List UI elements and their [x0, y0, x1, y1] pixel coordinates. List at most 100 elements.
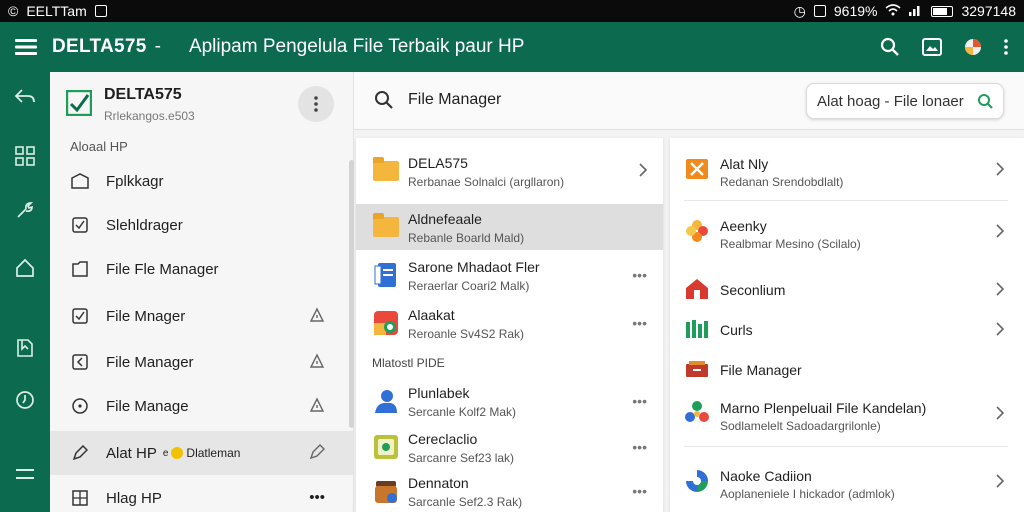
gallery-app-icon [372, 434, 400, 460]
item-title: Dennaton [408, 475, 469, 491]
tool-title: Seconlium [720, 282, 786, 298]
chevron-right-icon[interactable] [996, 162, 1005, 181]
search-icon[interactable] [374, 90, 394, 115]
search-icon[interactable] [880, 37, 900, 57]
item-subtitle: Sarcanle Sef2.3 Rak) [408, 495, 523, 509]
search-green-icon[interactable] [977, 93, 993, 109]
tool-title: Alat Nly [720, 156, 769, 172]
app-bar: DELTA575 - Aplipam Pengelula File Terbai… [0, 22, 1024, 72]
nav-item-label: Alat HP [106, 444, 157, 462]
person-icon [372, 388, 400, 414]
image-icon [70, 173, 90, 189]
pin-icon[interactable] [309, 353, 325, 373]
battery-icon [931, 5, 954, 17]
tool-icon[interactable] [0, 200, 50, 220]
delta-logo-icon [65, 89, 93, 117]
nav-item-5[interactable]: File Manager [50, 340, 353, 384]
folder-icon [372, 157, 400, 184]
home-icon[interactable] [0, 258, 50, 278]
copyright-icon: © [8, 3, 19, 19]
hamburger-menu-icon[interactable] [0, 39, 52, 55]
archive-jar-icon [372, 478, 400, 504]
tool-item[interactable]: Alat Nly Redanan Srendobdlalt) [670, 142, 1024, 198]
status-time: 3297148 [961, 3, 1016, 19]
pin-icon[interactable] [309, 397, 325, 417]
tool-title: File Manager [720, 362, 802, 378]
status-percent: 9619% [833, 3, 878, 19]
tool-item[interactable]: Marno Plenpeluail File Kandelan) Sodlame… [670, 386, 1024, 442]
overflow-menu-icon[interactable] [1004, 39, 1008, 55]
grid-apps-icon[interactable] [0, 146, 50, 166]
tool-item[interactable]: Naoke Cadiion Aoplaneniele I hickador (a… [670, 454, 1024, 510]
more-options-icon[interactable]: ••• [632, 483, 647, 499]
more-options-icon[interactable]: ••• [632, 315, 647, 331]
list-item-selected[interactable]: Aldnefeaale Rebanle Boarld Mald) [356, 204, 663, 250]
chevron-right-icon[interactable] [996, 282, 1005, 301]
search-input[interactable]: File Manager [408, 91, 501, 109]
chevron-right-icon[interactable] [996, 474, 1005, 493]
nav-item-8[interactable]: Hlag HP ••• [50, 476, 353, 512]
more-options-icon[interactable]: ••• [632, 439, 647, 455]
list-item[interactable]: Sarone Mhadaot Fler Reraerlar Coari2 Mal… [356, 252, 663, 298]
pin-icon[interactable] [309, 307, 325, 327]
collapse-menu-icon[interactable] [0, 468, 50, 480]
nav-item-3[interactable]: File Fle Manager [50, 247, 353, 291]
more-options-icon[interactable]: ••• [632, 267, 647, 283]
list-item[interactable]: Dennaton Sarcanle Sef2.3 Rak) ••• [356, 468, 663, 512]
tool-subtitle: Aoplaneniele I hickador (admlok) [720, 487, 895, 501]
account-subtitle: Rrlekangos.e503 [104, 109, 195, 123]
nav-item-label: File Mnager [106, 307, 186, 325]
item-subtitle: Reraerlar Coari2 Malk) [408, 279, 530, 293]
edit-pin-icon[interactable] [309, 444, 325, 464]
bookmark-icon[interactable] [0, 338, 50, 358]
document-icon [372, 262, 400, 288]
search-bar[interactable]: File Manager Alat hoag - File lonaer [354, 72, 1024, 130]
list-item[interactable]: Alaakat Reroanle Sv4S2 Rak) ••• [356, 300, 663, 346]
nav-item-4[interactable]: File Mnager [50, 294, 353, 338]
nav-item-2[interactable]: Slehldrager [50, 203, 353, 247]
profile-avatar-icon[interactable] [964, 38, 982, 56]
app-brand: DELTA575 [52, 36, 147, 57]
alarm-icon: ◷ [793, 2, 806, 19]
tools-cross-icon [684, 156, 710, 182]
status-bar: © EELTTam ◷ 9619% 3297148 [0, 0, 1024, 22]
tool-title: Curls [720, 322, 753, 338]
divider [684, 200, 1008, 201]
nav-item-6[interactable]: File Manage [50, 384, 353, 428]
folder-icon [372, 213, 400, 240]
tools-panel: Alat Nly Redanan Srendobdlalt) Aeenky Re… [670, 138, 1024, 512]
image-gallery-icon[interactable] [922, 38, 942, 56]
tool-subtitle: Redanan Srendobdlalt) [720, 175, 844, 189]
list-item[interactable]: Cereclaclio Sarcanre Sef23 lak) ••• [356, 424, 663, 470]
notification-icon [94, 5, 107, 17]
list-item[interactable]: DELA575 Rerbanae Solnalci (argllaron) [356, 148, 663, 194]
signal-icon [909, 3, 923, 19]
list-item[interactable]: Plunlabek Sercanle Kolf2 Mak) ••• [356, 378, 663, 424]
nav-item-1[interactable]: Fplkkagr [50, 159, 353, 203]
wifi-icon [885, 3, 902, 19]
filter-chip[interactable]: Alat hoag - File lonaer [806, 83, 1004, 119]
clock-icon[interactable] [0, 390, 50, 410]
tool-subtitle: Realbmar Mesino (Scilalo) [720, 237, 861, 251]
item-subtitle: Reroanle Sv4S2 Rak) [408, 327, 525, 341]
chevron-right-icon[interactable] [996, 322, 1005, 341]
more-options-icon[interactable]: ••• [632, 393, 647, 409]
chevron-box-icon [70, 354, 90, 370]
account-header[interactable]: DELTA575 Rrlekangos.e503 [65, 86, 195, 123]
nfc-icon [813, 5, 826, 17]
more-options-icon[interactable]: ••• [309, 489, 325, 506]
swirl-app-icon [684, 468, 710, 494]
scrollbar[interactable] [349, 160, 354, 428]
nav-item-7[interactable]: Alat HP e Dlatleman [50, 431, 353, 475]
tool-item[interactable]: Aeenky Realbmar Mesino (Scilalo) [670, 204, 1024, 260]
chevron-right-icon[interactable] [996, 406, 1005, 425]
back-arrow-icon[interactable] [0, 88, 50, 106]
chevron-right-icon[interactable] [639, 163, 648, 180]
account-options-button[interactable] [298, 86, 334, 122]
chevron-right-icon[interactable] [996, 224, 1005, 243]
divider [684, 446, 1008, 447]
drawer-icon [684, 356, 710, 382]
nav-item-label: Fplkkagr [106, 172, 164, 190]
nav-item-label: File Manage [106, 397, 189, 415]
info-circle-icon [70, 398, 90, 414]
